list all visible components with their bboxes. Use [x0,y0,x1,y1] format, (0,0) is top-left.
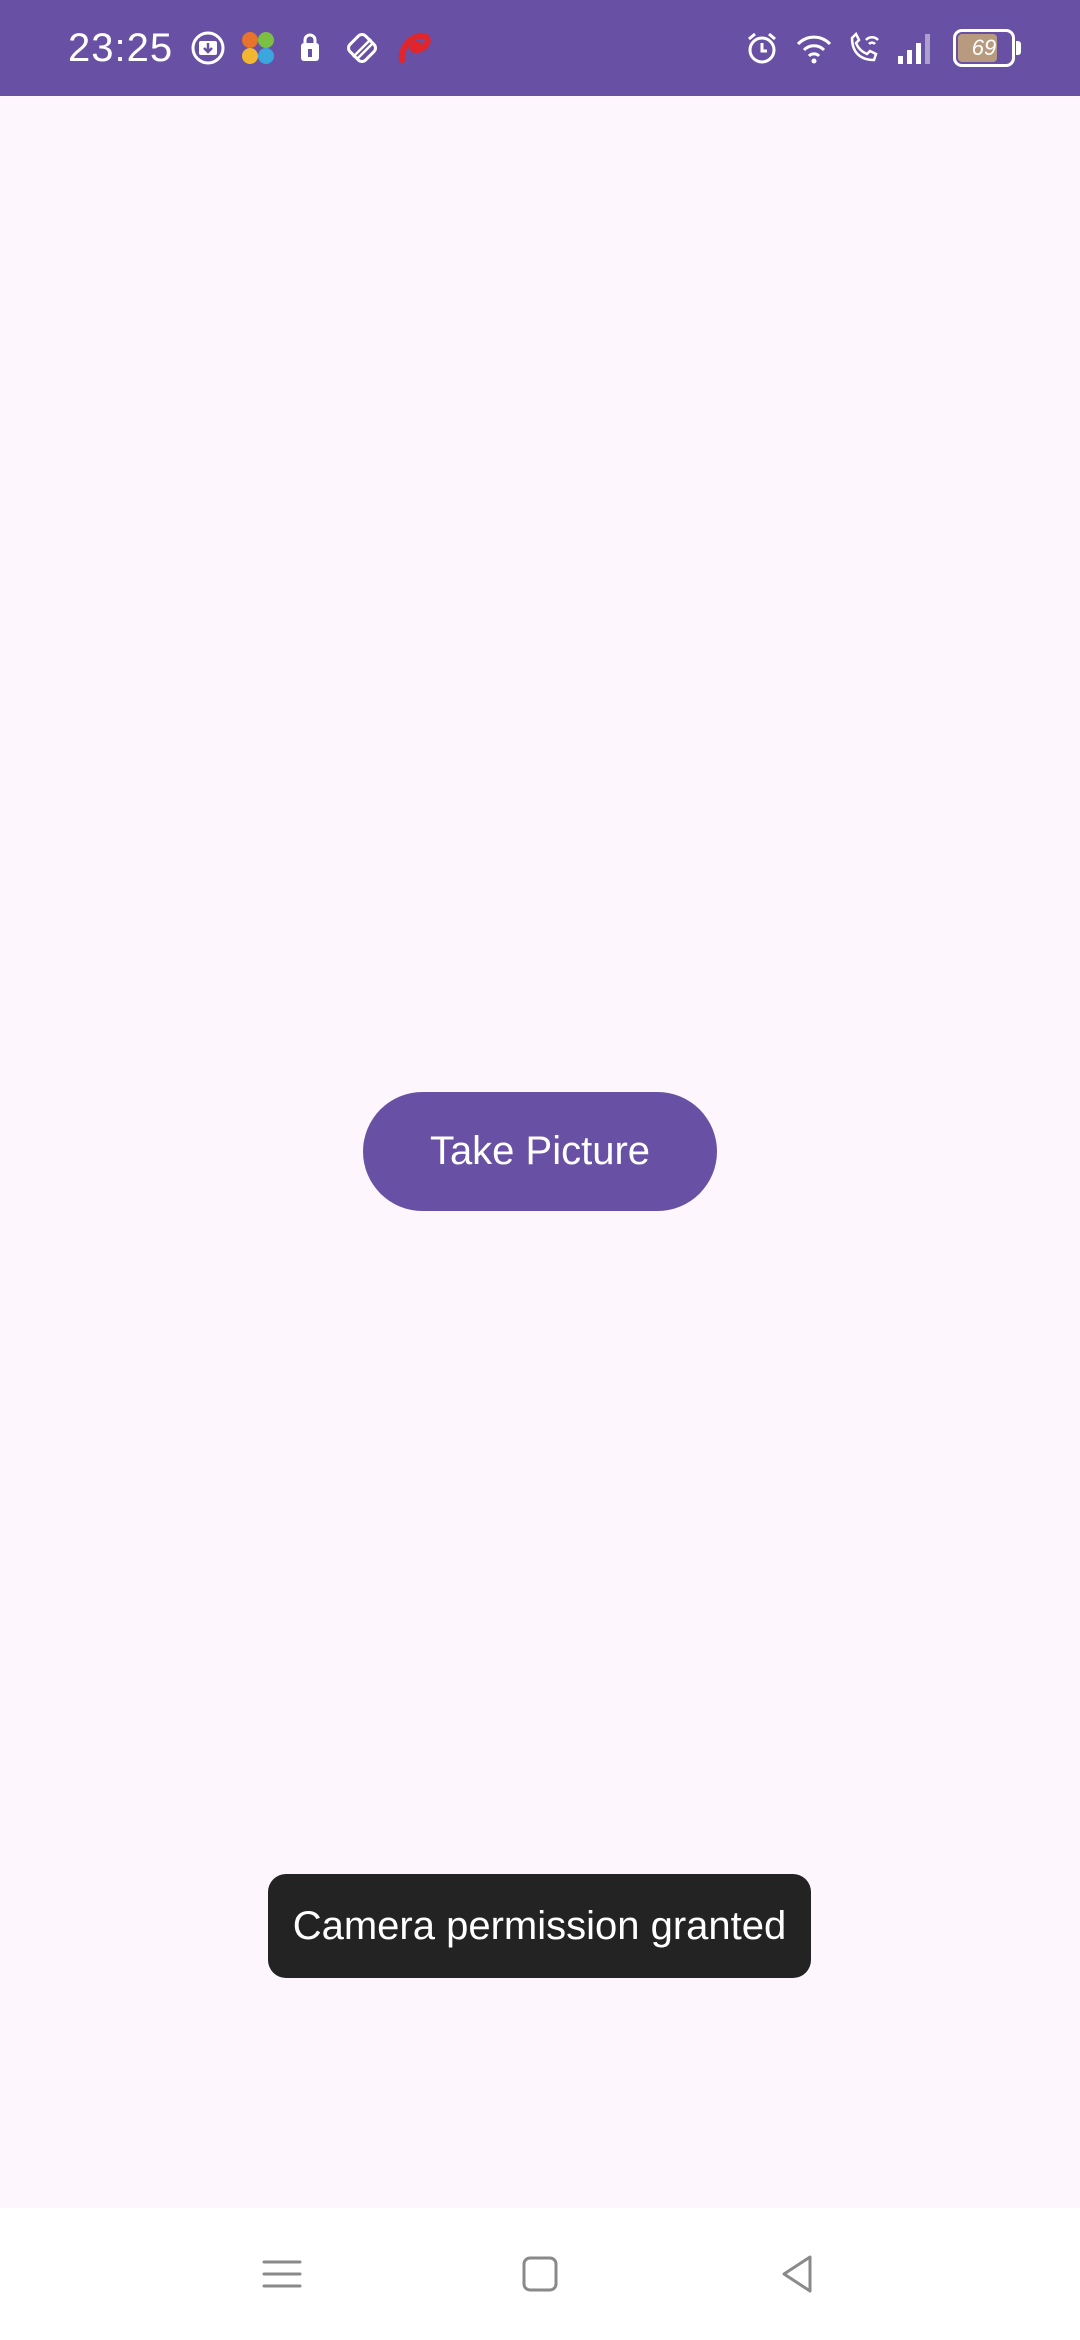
toast-message: Camera permission granted [268,1874,811,1978]
wifi-calling-icon [850,31,879,62]
wifi-icon [796,35,832,64]
alarm-icon [748,32,776,64]
shopping-bag-icon [301,33,319,61]
navigation-bar [0,2208,1080,2340]
status-time: 23:25 [68,26,174,70]
battery-icon: 69 [953,29,1015,67]
airtel-icon [398,32,431,63]
signal-icon [898,34,930,64]
menu-icon[interactable] [252,2244,312,2304]
app-launcher-icon [242,32,274,64]
home-icon[interactable] [510,2244,570,2304]
battery-tip [1016,41,1021,55]
take-picture-button[interactable]: Take Picture [363,1092,717,1211]
back-icon[interactable] [768,2244,828,2304]
status-bar: 23:25 69 [0,0,1080,96]
download-icon [191,31,225,65]
battery-level: 69 [971,35,997,60]
no-sim-icon [347,33,377,63]
